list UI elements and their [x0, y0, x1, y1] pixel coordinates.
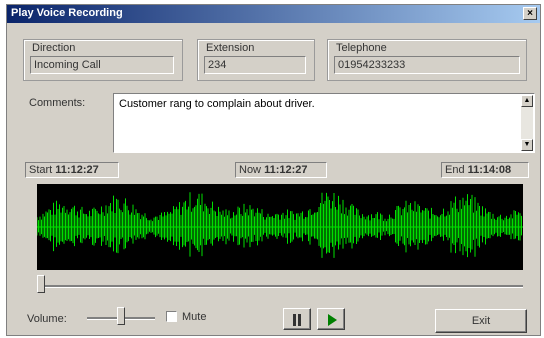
play-button[interactable] [317, 308, 345, 330]
extension-label: Extension [206, 42, 255, 54]
telephone-label: Telephone [336, 42, 387, 54]
pause-icon [292, 314, 302, 326]
exit-button-label: Exit [471, 315, 491, 327]
now-time-value: 11:12:27 [264, 164, 308, 176]
direction-group: Direction Incoming Call [23, 39, 183, 81]
end-time-value: 11:14:08 [467, 164, 512, 176]
title-bar[interactable]: Play Voice Recording × [7, 5, 540, 23]
now-time-display: Now 11:12:27 [235, 162, 327, 178]
pause-button[interactable] [283, 308, 311, 330]
waveform-trace [37, 192, 523, 258]
direction-field: Incoming Call [30, 56, 174, 74]
scroll-up-arrow-icon[interactable]: ▲ [521, 95, 533, 107]
close-button[interactable]: × [523, 7, 537, 20]
seek-track[interactable] [37, 285, 523, 288]
volume-slider-thumb[interactable] [117, 307, 125, 325]
start-time-value: 11:12:27 [55, 164, 99, 176]
play-voice-recording-dialog: Play Voice Recording × Direction Incomin… [6, 4, 541, 336]
window-title: Play Voice Recording [11, 7, 123, 19]
close-icon: × [527, 8, 533, 19]
end-time-label: End [445, 164, 465, 176]
extension-group: Extension 234 [197, 39, 315, 81]
start-time-label: Start [29, 164, 53, 176]
play-icon [328, 314, 337, 326]
mute-label: Mute [182, 311, 207, 323]
direction-label: Direction [32, 42, 76, 54]
volume-label: Volume: [27, 313, 67, 325]
mute-checkbox[interactable] [166, 311, 177, 322]
extension-field: 234 [204, 56, 306, 74]
seek-slider-thumb[interactable] [37, 275, 45, 293]
exit-button[interactable]: Exit [435, 309, 527, 333]
comments-scrollbar[interactable]: ▲ ▼ [521, 95, 533, 151]
now-time-label: Now [239, 164, 262, 176]
end-time-display: End 11:14:08 [441, 162, 529, 178]
scroll-down-arrow-icon[interactable]: ▼ [521, 139, 533, 151]
telephone-group: Telephone 01954233233 [327, 39, 527, 81]
comments-textarea[interactable]: Customer rang to complain about driver. … [113, 93, 535, 153]
waveform-display [37, 184, 523, 270]
comments-text: Customer rang to complain about driver. [119, 98, 315, 110]
telephone-field: 01954233233 [334, 56, 520, 74]
comments-label: Comments: [29, 97, 86, 109]
start-time-display: Start 11:12:27 [25, 162, 119, 178]
